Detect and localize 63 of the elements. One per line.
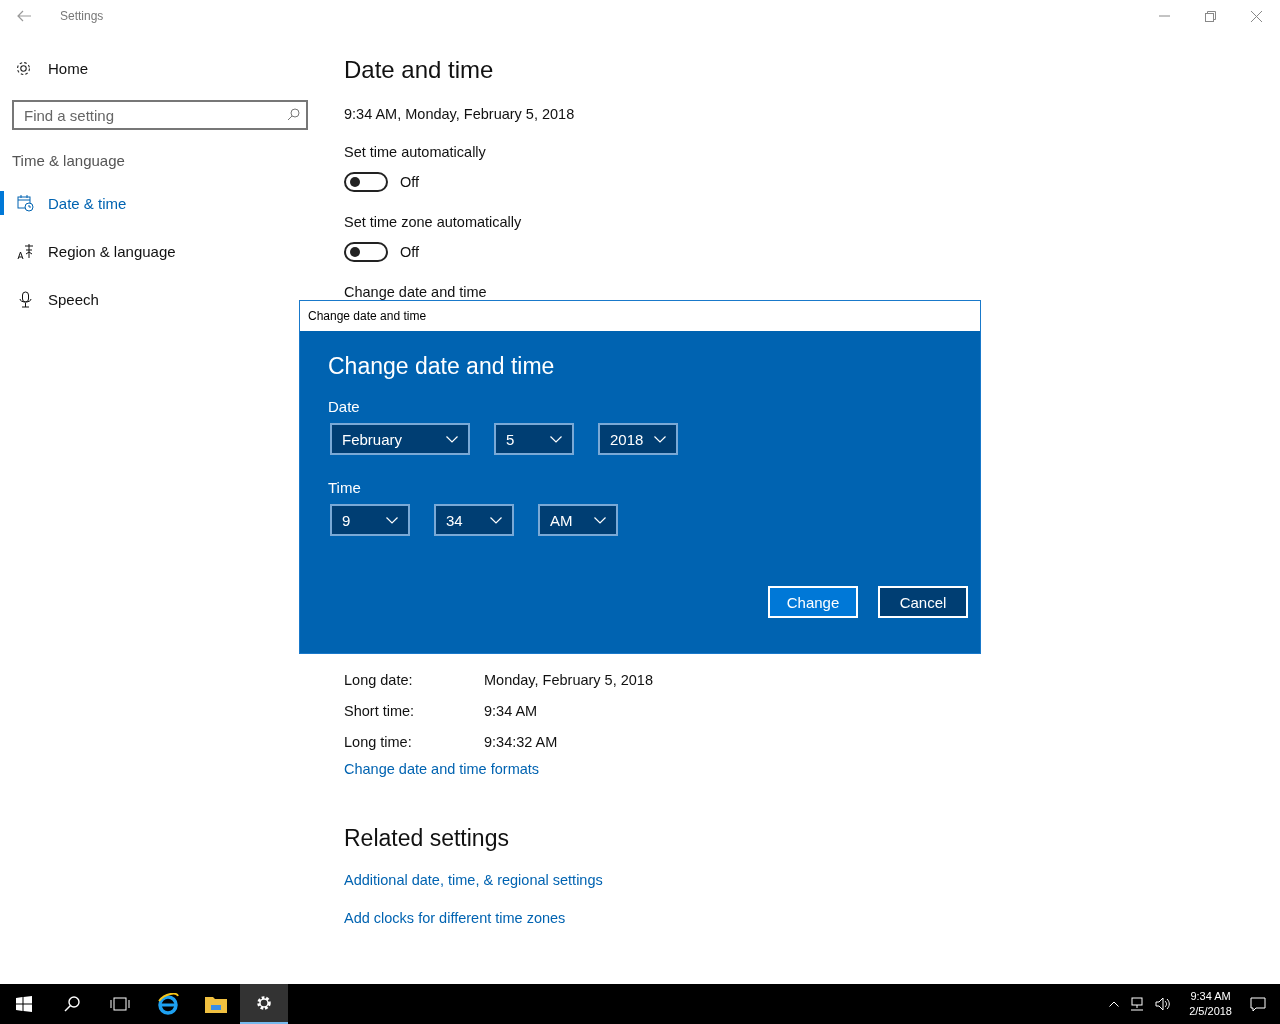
- toggle-label: Set time automatically: [344, 144, 487, 160]
- network-icon[interactable]: [1129, 997, 1146, 1011]
- time-dropdown[interactable]: 34: [434, 504, 514, 536]
- change-button[interactable]: Change: [768, 586, 858, 618]
- toggle-switch[interactable]: [344, 242, 388, 262]
- chevron-up-icon[interactable]: [1109, 1001, 1120, 1007]
- settings-icon: [15, 59, 32, 77]
- home-item[interactable]: Home: [0, 56, 320, 80]
- format-value: 9:34 AM: [484, 702, 538, 719]
- taskbar-button[interactable]: [240, 984, 288, 1024]
- windows-icon: [16, 996, 32, 1012]
- format-label: Short time:: [344, 702, 416, 719]
- format-label: Long date:: [344, 671, 414, 688]
- dialog-heading: Change date and time: [328, 353, 556, 380]
- chevron-icon: [654, 435, 666, 443]
- sidebar-item[interactable]: Region & language: [0, 237, 320, 265]
- related-link[interactable]: Add clocks for different time zones: [344, 910, 566, 926]
- toggle-switch[interactable]: [344, 172, 388, 192]
- sidebar-item[interactable]: Date & time: [0, 189, 320, 217]
- page-title: Date and time: [344, 56, 495, 84]
- browser-icon: [157, 993, 179, 1015]
- calendar-icon: [17, 194, 34, 212]
- date-dropdown[interactable]: 2018: [598, 423, 678, 455]
- back-icon[interactable]: [17, 10, 31, 22]
- time-label: Time: [328, 479, 362, 496]
- date-dropdown[interactable]: 5: [494, 423, 574, 455]
- folder-icon: [205, 995, 227, 1013]
- search-icon: [287, 108, 300, 121]
- format-value: 9:34:32 AM: [484, 733, 558, 750]
- cancel-button[interactable]: Cancel: [878, 586, 968, 618]
- close-icon[interactable]: [1251, 10, 1262, 22]
- clock[interactable]: 9:34 AM 2/5/2018: [1181, 989, 1240, 1019]
- date-label: Date: [328, 398, 361, 415]
- format-label: Long time:: [344, 733, 413, 750]
- formats-link[interactable]: Change date and time formats: [344, 761, 540, 777]
- toggle-label: Set time zone automatically: [344, 214, 523, 230]
- search-field[interactable]: Find a setting: [12, 100, 308, 130]
- time-dropdown[interactable]: 9: [330, 504, 410, 536]
- search-icon: [64, 996, 80, 1012]
- dialog-title: Change date and time: [300, 301, 980, 331]
- toggle-state: Off: [400, 174, 420, 190]
- section-title: Time & language: [12, 152, 126, 169]
- settings-icon: [255, 994, 273, 1012]
- task-view-icon: [110, 997, 130, 1011]
- time-dropdown[interactable]: AM: [538, 504, 618, 536]
- language-icon: [17, 242, 34, 260]
- chevron-icon: [446, 435, 458, 443]
- volume-icon[interactable]: [1155, 997, 1172, 1011]
- related-title: Related settings: [344, 825, 510, 852]
- format-value: Monday, February 5, 2018: [484, 671, 653, 688]
- restore-icon[interactable]: [1205, 10, 1216, 22]
- notifications-icon[interactable]: [1250, 996, 1266, 1012]
- current-datetime: 9:34 AM, Monday, February 5, 2018: [344, 106, 576, 122]
- chevron-icon: [386, 516, 398, 524]
- date-dropdown[interactable]: February: [330, 423, 470, 455]
- chevron-icon: [490, 516, 502, 524]
- chevron-icon: [550, 435, 562, 443]
- toggle-state: Off: [400, 244, 420, 260]
- section-heading: Change date and time: [344, 284, 488, 300]
- chevron-icon: [594, 516, 606, 524]
- microphone-icon: [17, 290, 34, 308]
- related-link[interactable]: Additional date, time, & regional settings: [344, 872, 603, 888]
- window-title: Settings: [60, 9, 104, 23]
